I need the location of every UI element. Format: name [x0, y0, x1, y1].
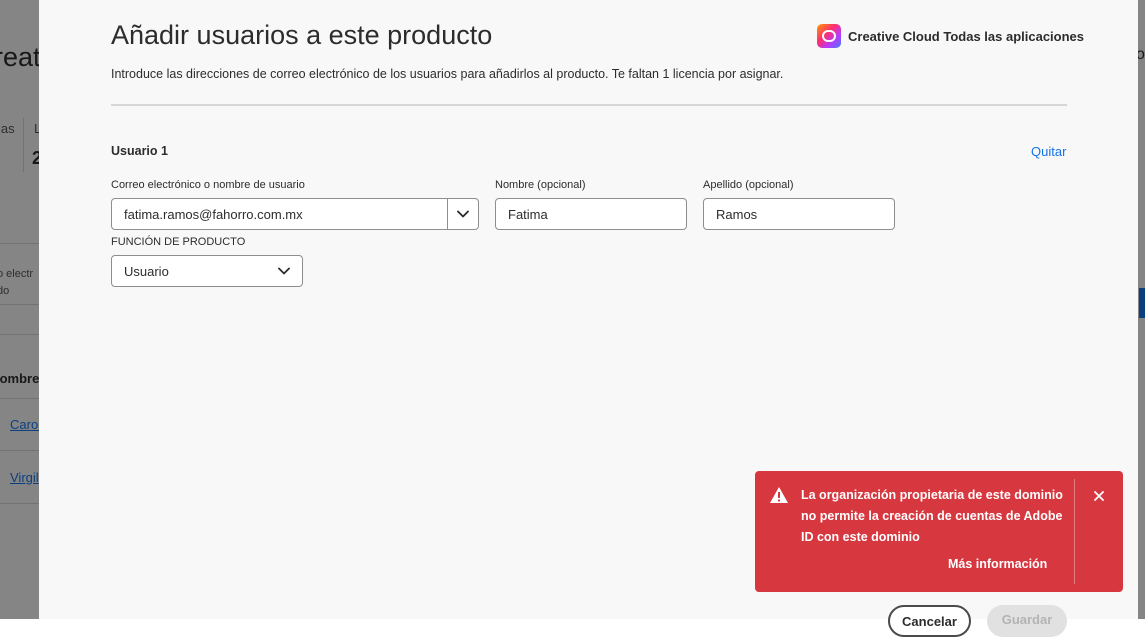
dialog-description: Introduce las direcciones de correo elec…: [111, 67, 784, 81]
first-name-label: Nombre (opcional): [495, 179, 586, 191]
email-field-label: Correo electrónico o nombre de usuario: [111, 179, 305, 191]
cancel-button[interactable]: Cancelar: [888, 605, 971, 637]
chevron-down-icon: [457, 210, 469, 218]
more-info-link[interactable]: Más información: [948, 557, 1047, 571]
save-button[interactable]: Guardar: [987, 605, 1067, 637]
chevron-down-icon: [278, 267, 290, 275]
product-role-select[interactable]: Usuario: [111, 255, 303, 287]
email-field[interactable]: fatima.ramos@fahorro.com.mx: [111, 198, 448, 230]
toast-divider: [1074, 479, 1075, 584]
close-toast-button[interactable]: [1090, 487, 1108, 505]
creative-cloud-icon: [817, 24, 841, 48]
product-role-label: FUNCIÓN DE PRODUCTO: [111, 236, 246, 248]
close-icon: [1094, 491, 1104, 501]
first-name-field[interactable]: Fatima: [495, 198, 687, 230]
alert-icon: [770, 487, 788, 503]
user-block-label: Usuario 1: [111, 144, 168, 158]
remove-user-link[interactable]: Quitar: [1031, 144, 1066, 159]
last-name-field[interactable]: Ramos: [703, 198, 895, 230]
dialog-divider: [111, 104, 1067, 106]
product-role-value: Usuario: [124, 263, 169, 279]
product-badge: Creative Cloud Todas las aplicaciones: [817, 24, 1084, 48]
dialog-title: Añadir usuarios a este producto: [111, 20, 493, 50]
error-toast: La organización propietaria de este domi…: [755, 471, 1123, 592]
product-name: Creative Cloud Todas las aplicaciones: [848, 28, 1085, 44]
last-name-label: Apellido (opcional): [703, 179, 794, 191]
email-combo-button[interactable]: [447, 198, 479, 230]
toast-message: La organización propietaria de este domi…: [801, 488, 1063, 544]
